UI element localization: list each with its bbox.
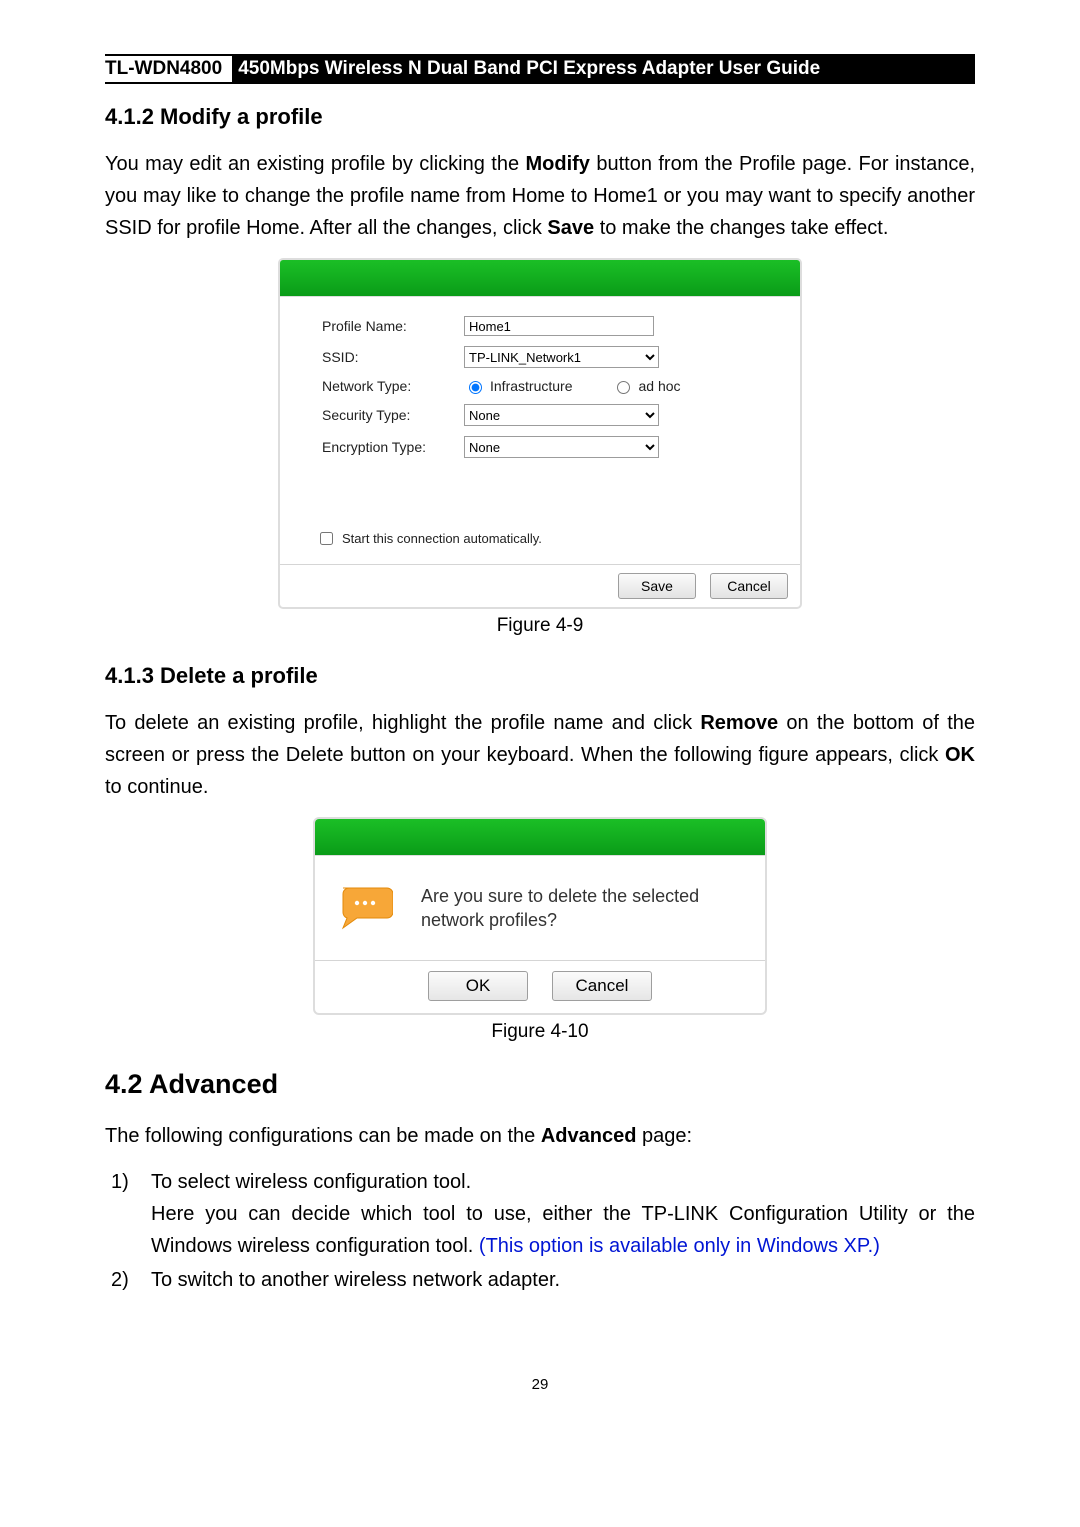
- auto-connect-checkbox[interactable]: Start this connection automatically.: [316, 523, 782, 558]
- auto-connect-checkbox-input[interactable]: [320, 532, 333, 545]
- section-4-1-2-para: You may edit an existing profile by clic…: [105, 148, 975, 244]
- delete-confirm-dialog: Are you sure to delete the selected netw…: [313, 817, 767, 1015]
- adhoc-radio[interactable]: ad hoc: [612, 378, 680, 394]
- ssid-select[interactable]: TP-LINK_Network1: [464, 346, 659, 368]
- advanced-list: 1) To select wireless configuration tool…: [111, 1166, 975, 1296]
- security-type-select[interactable]: None: [464, 404, 659, 426]
- security-type-label: Security Type:: [316, 399, 458, 431]
- xp-only-note: (This option is available only in Window…: [479, 1235, 880, 1257]
- profile-form: Profile Name: SSID: TP-LINK_Network1 Net…: [316, 311, 687, 463]
- page-number: 29: [105, 1376, 975, 1393]
- figure-4-10-caption: Figure 4-10: [105, 1021, 975, 1043]
- guide-title: 450Mbps Wireless N Dual Band PCI Express…: [232, 56, 975, 82]
- section-4-1-3-para: To delete an existing profile, highlight…: [105, 707, 975, 803]
- section-4-2-intro: The following configurations can be made…: [105, 1120, 975, 1152]
- profile-name-label: Profile Name:: [316, 311, 458, 341]
- cancel-button[interactable]: Cancel: [552, 971, 652, 1001]
- section-4-2-title: 4.2 Advanced: [105, 1069, 975, 1100]
- ssid-label: SSID:: [316, 341, 458, 373]
- cancel-button[interactable]: Cancel: [710, 573, 788, 599]
- save-button[interactable]: Save: [618, 573, 696, 599]
- confirm-text: Are you sure to delete the selected netw…: [421, 884, 739, 932]
- infrastructure-radio-input[interactable]: [469, 381, 482, 394]
- list-item: 2) To switch to another wireless network…: [111, 1264, 975, 1296]
- dialog-titlebar: [315, 819, 765, 856]
- ok-button[interactable]: OK: [428, 971, 528, 1001]
- adhoc-radio-input[interactable]: [617, 381, 630, 394]
- modify-profile-dialog: Profile Name: SSID: TP-LINK_Network1 Net…: [278, 258, 802, 609]
- list-item: 1) To select wireless configuration tool…: [111, 1166, 975, 1262]
- encryption-type-label: Encryption Type:: [316, 431, 458, 463]
- page-header: TL-WDN4800 450Mbps Wireless N Dual Band …: [105, 54, 975, 84]
- infrastructure-radio[interactable]: Infrastructure: [464, 378, 572, 394]
- section-4-1-3-title: 4.1.3 Delete a profile: [105, 663, 975, 689]
- model-number: TL-WDN4800: [105, 56, 232, 82]
- encryption-type-select[interactable]: None: [464, 436, 659, 458]
- section-4-1-2-title: 4.1.2 Modify a profile: [105, 104, 975, 130]
- speech-bubble-icon: [337, 886, 393, 930]
- figure-4-9-caption: Figure 4-9: [105, 615, 975, 637]
- network-type-label: Network Type:: [316, 373, 458, 399]
- dialog-titlebar: [280, 260, 800, 297]
- profile-name-input[interactable]: [464, 316, 654, 336]
